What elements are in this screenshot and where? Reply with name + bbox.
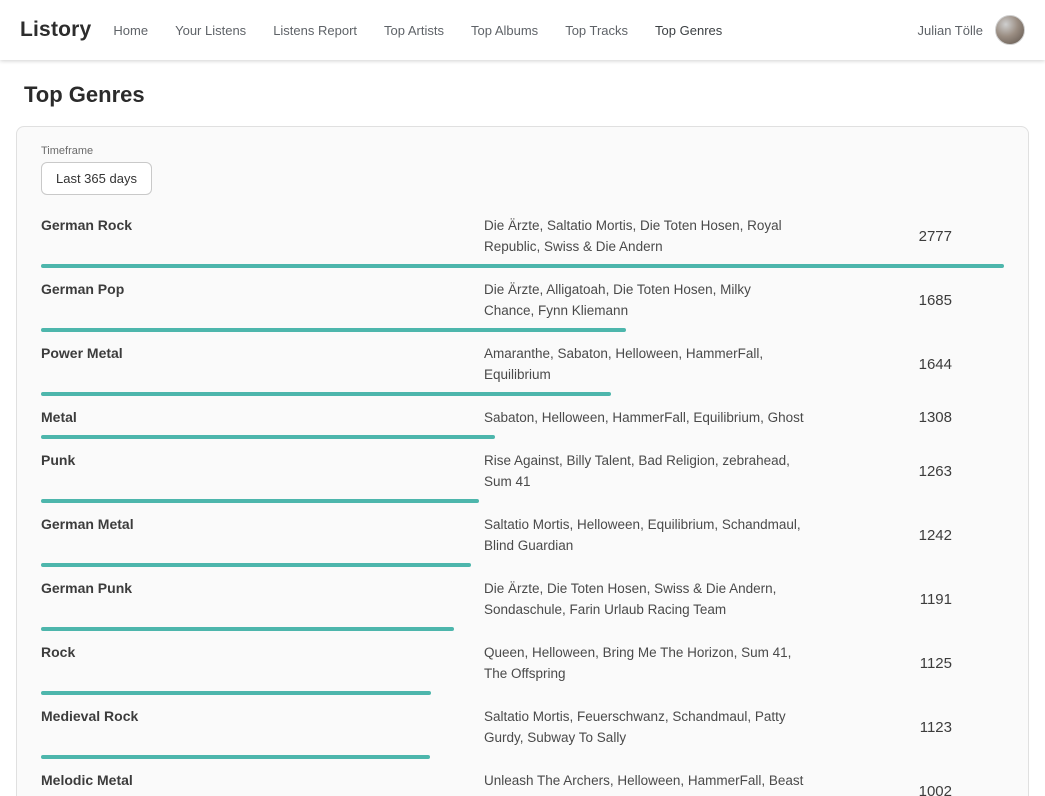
genre-row-content: Rock Queen, Helloween, Bring Me The Hori… [41, 642, 1004, 684]
genre-row-content: Metal Sabaton, Helloween, HammerFall, Eq… [41, 407, 1004, 428]
genre-count: 1242 [854, 527, 1004, 544]
genre-count: 2777 [854, 228, 1004, 245]
genre-name: German Punk [41, 578, 484, 596]
genre-name: German Metal [41, 514, 484, 532]
genre-row: Punk Rise Against, Billy Talent, Bad Rel… [41, 450, 1004, 503]
genre-bar-fill [41, 691, 431, 695]
genre-bar-track [41, 563, 1004, 567]
genre-bar-fill [41, 755, 430, 759]
genre-name: German Rock [41, 215, 484, 233]
genre-artists: Queen, Helloween, Bring Me The Horizon, … [484, 642, 804, 684]
genre-count: 1125 [854, 655, 1004, 672]
user-name[interactable]: Julian Tölle [917, 23, 983, 38]
app-logo[interactable]: Listory [20, 18, 91, 42]
nav-item-top-albums[interactable]: Top Albums [471, 23, 538, 38]
genre-row-content: German Metal Saltatio Mortis, Helloween,… [41, 514, 1004, 556]
genre-bar-fill [41, 328, 626, 332]
genre-bar-track [41, 691, 1004, 695]
genre-bar-fill [41, 264, 1004, 268]
genre-name: Medieval Rock [41, 706, 484, 724]
user-avatar-icon[interactable] [995, 15, 1025, 45]
genre-count: 1123 [854, 719, 1004, 736]
nav-item-top-artists[interactable]: Top Artists [384, 23, 444, 38]
genre-bar-fill [41, 435, 495, 439]
nav-item-top-genres[interactable]: Top Genres [655, 23, 722, 38]
timeframe-select[interactable]: Last 365 days [41, 162, 152, 195]
genre-row: Medieval Rock Saltatio Mortis, Feuerschw… [41, 706, 1004, 759]
genre-artists: Sabaton, Helloween, HammerFall, Equilibr… [484, 407, 804, 428]
genre-artists: Die Ärzte, Saltatio Mortis, Die Toten Ho… [484, 215, 804, 257]
genre-count: 1002 [854, 783, 1004, 796]
genre-bar-track [41, 264, 1004, 268]
genre-row: German Pop Die Ärzte, Alligatoah, Die To… [41, 279, 1004, 332]
genre-bar-track [41, 627, 1004, 631]
page-title: Top Genres [24, 82, 1021, 108]
genre-row: German Rock Die Ärzte, Saltatio Mortis, … [41, 215, 1004, 268]
genre-row-content: Melodic Metal Unleash The Archers, Hello… [41, 770, 1004, 796]
genre-artists: Die Ärzte, Alligatoah, Die Toten Hosen, … [484, 279, 804, 321]
genre-name: Melodic Metal [41, 770, 484, 788]
genre-count: 1308 [854, 409, 1004, 426]
genre-row-content: Power Metal Amaranthe, Sabaton, Hellowee… [41, 343, 1004, 385]
genre-row-content: Punk Rise Against, Billy Talent, Bad Rel… [41, 450, 1004, 492]
genre-artists: Rise Against, Billy Talent, Bad Religion… [484, 450, 804, 492]
timeframe-label: Timeframe [41, 145, 1004, 157]
genre-count: 1685 [854, 292, 1004, 309]
nav-items: Home Your Listens Listens Report Top Artist… [113, 23, 917, 38]
genre-count: 1191 [854, 591, 1004, 608]
top-genres-card: Timeframe Last 365 days German Rock Die … [16, 126, 1029, 796]
genre-artists: Amaranthe, Sabaton, Helloween, HammerFal… [484, 343, 804, 385]
genre-count: 1644 [854, 356, 1004, 373]
genre-bar-fill [41, 563, 471, 567]
genre-bar-fill [41, 627, 454, 631]
genre-row: Power Metal Amaranthe, Sabaton, Hellowee… [41, 343, 1004, 396]
genre-row-content: German Rock Die Ärzte, Saltatio Mortis, … [41, 215, 1004, 257]
nav-item-your-listens[interactable]: Your Listens [175, 23, 246, 38]
genre-artists: Die Ärzte, Die Toten Hosen, Swiss & Die … [484, 578, 804, 620]
genre-artists: Unleash The Archers, Helloween, HammerFa… [484, 770, 804, 796]
genre-table-body: German Rock Die Ärzte, Saltatio Mortis, … [41, 215, 1004, 796]
nav-item-listens-report[interactable]: Listens Report [273, 23, 357, 38]
genre-bar-track [41, 499, 1004, 503]
genre-bar-fill [41, 392, 611, 396]
genre-count: 1263 [854, 463, 1004, 480]
genre-bar-track [41, 328, 1004, 332]
genre-row-content: German Punk Die Ärzte, Die Toten Hosen, … [41, 578, 1004, 620]
genre-artists: Saltatio Mortis, Feuerschwanz, Schandmau… [484, 706, 804, 748]
genre-bar-fill [41, 499, 479, 503]
genre-name: German Pop [41, 279, 484, 297]
top-nav: Listory Home Your Listens Listens Report To… [0, 0, 1045, 60]
genre-name: Punk [41, 450, 484, 468]
genre-name: Power Metal [41, 343, 484, 361]
genre-row-content: German Pop Die Ärzte, Alligatoah, Die To… [41, 279, 1004, 321]
genre-name: Metal [41, 407, 484, 425]
nav-user-area: Julian Tölle [917, 15, 1025, 45]
genre-row: Melodic Metal Unleash The Archers, Hello… [41, 770, 1004, 796]
genre-bar-track [41, 392, 1004, 396]
nav-item-top-tracks[interactable]: Top Tracks [565, 23, 628, 38]
genre-bar-track [41, 755, 1004, 759]
genre-bar-track [41, 435, 1004, 439]
genre-row: German Punk Die Ärzte, Die Toten Hosen, … [41, 578, 1004, 631]
nav-item-home[interactable]: Home [113, 23, 148, 38]
genre-row: Metal Sabaton, Helloween, HammerFall, Eq… [41, 407, 1004, 439]
genre-artists: Saltatio Mortis, Helloween, Equilibrium,… [484, 514, 804, 556]
genre-row: German Metal Saltatio Mortis, Helloween,… [41, 514, 1004, 567]
main-content: Top Genres Timeframe Last 365 days Germa… [0, 82, 1045, 796]
genre-name: Rock [41, 642, 484, 660]
genre-row-content: Medieval Rock Saltatio Mortis, Feuerschw… [41, 706, 1004, 748]
genre-row: Rock Queen, Helloween, Bring Me The Hori… [41, 642, 1004, 695]
